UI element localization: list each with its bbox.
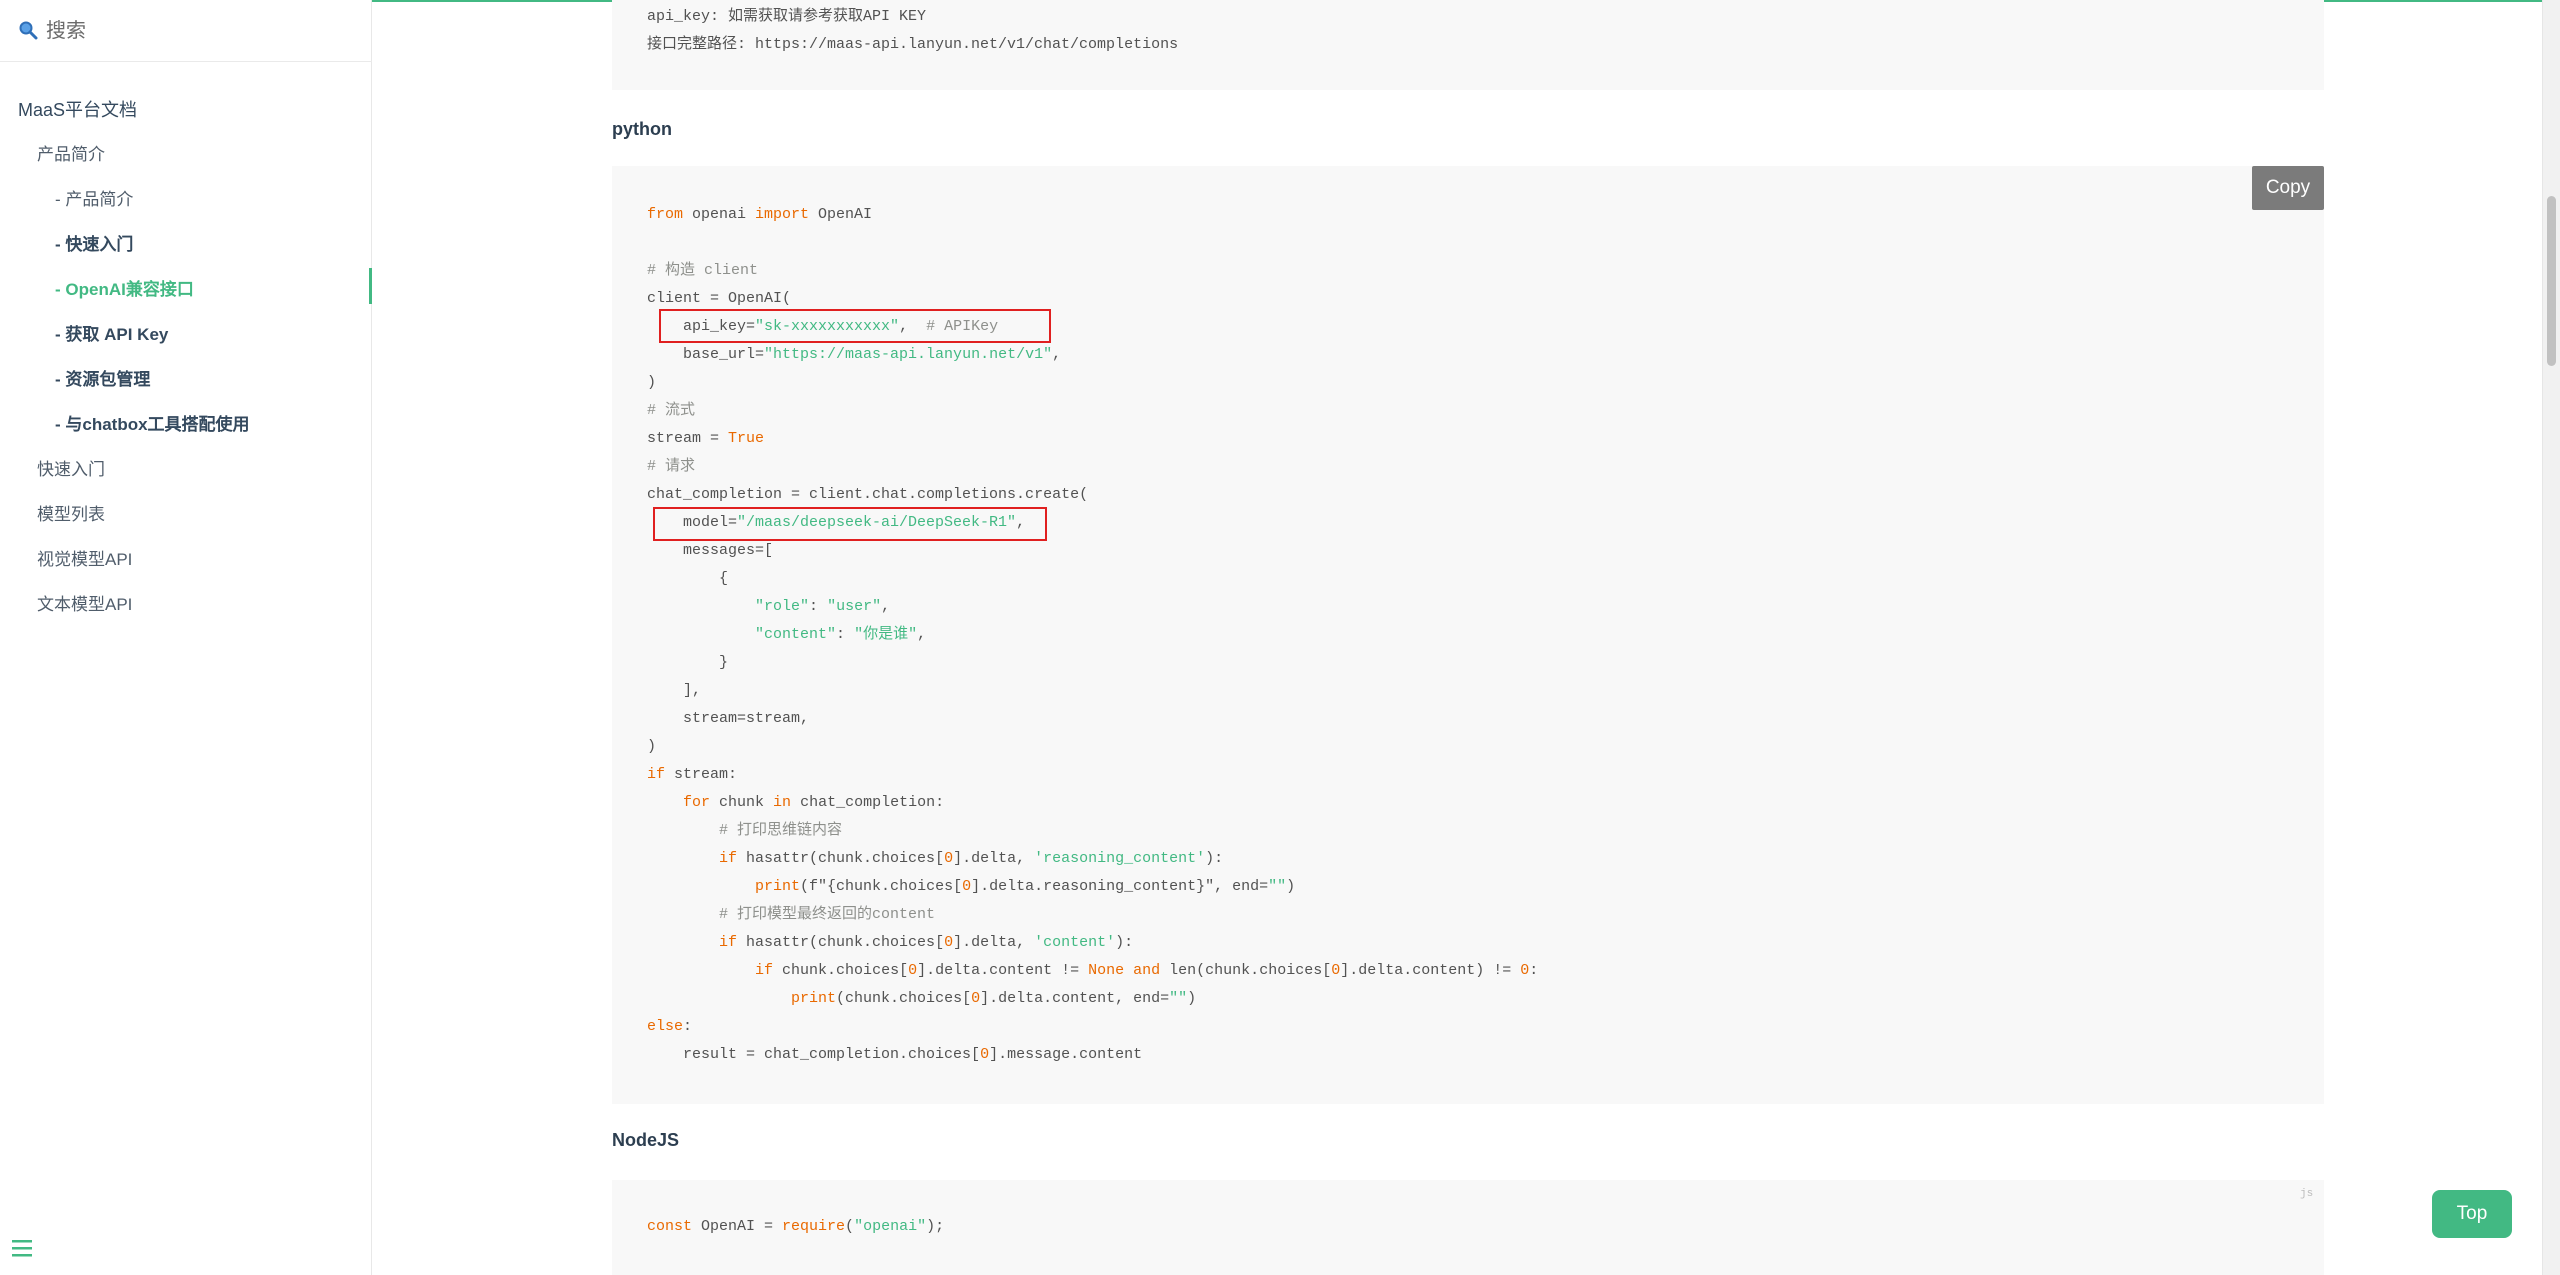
code-line: messages=[ (647, 542, 774, 559)
back-to-top-button[interactable]: Top (2432, 1190, 2512, 1238)
sidebar-item-product-intro[interactable]: - 产品简介 (55, 185, 133, 210)
code-line: # 构造 client (647, 262, 759, 279)
sidebar: MaaS平台文档 产品简介 - 产品简介 - 快速入门 - OpenAI兼容接口… (0, 0, 372, 1275)
search-input[interactable] (46, 14, 346, 48)
code-block-api-info: api_key: 如需获取请参考获取API KEY 接口完整路径: https:… (612, 0, 2324, 90)
code-line: ) (647, 374, 657, 391)
code-line: "content": "你是谁", (755, 626, 927, 643)
code-line: "role": "user", (755, 598, 891, 615)
section-heading-python: python (612, 119, 672, 139)
code-line: const OpenAI = require("openai"); (647, 1218, 945, 1235)
code-line: stream=stream, (647, 710, 810, 727)
sidebar-item-product-intro-group[interactable]: 产品简介 (37, 140, 105, 165)
code-line: from openai import OpenAI (647, 206, 873, 223)
code-line: print(chunk.choices[0].delta.content, en… (791, 990, 1197, 1007)
copy-button[interactable]: Copy (2252, 166, 2324, 210)
code-line: { (647, 570, 729, 587)
scrollbar-thumb[interactable] (2547, 196, 2556, 366)
section-heading-nodejs: NodeJS (612, 1130, 680, 1150)
code-line: else: (647, 1018, 693, 1035)
code-line: 接口完整路径: https://maas-api.lanyun.net/v1/c… (647, 36, 1179, 53)
sidebar-item-get-api-key[interactable]: - 获取 API Key (55, 320, 168, 345)
search-icon (19, 21, 38, 40)
code-line: # 请求 (647, 458, 696, 475)
code-line: api_key: 如需获取请参考获取API KEY (647, 8, 927, 25)
code-block-nodejs: const OpenAI = require("openai"); (612, 1180, 2324, 1275)
sidebar-item-quick-start[interactable]: 快速入门 (37, 455, 105, 480)
scrollbar-track[interactable] (2542, 0, 2560, 1275)
sidebar-item-resource-pack[interactable]: - 资源包管理 (55, 365, 150, 390)
sidebar-item-quick-start-sub[interactable]: - 快速入门 (55, 230, 133, 255)
sidebar-item-text-api[interactable]: 文本模型API (37, 590, 132, 615)
sidebar-item-vision-api[interactable]: 视觉模型API (37, 545, 132, 570)
code-line: # 流式 (647, 402, 696, 419)
sidebar-item-openai-compatible[interactable]: - OpenAI兼容接口 (55, 275, 194, 300)
code-line: if chunk.choices[0].delta.content != Non… (755, 962, 1539, 979)
sidebar-item-chatbox[interactable]: - 与chatbox工具搭配使用 (55, 410, 250, 435)
code-line: } (647, 654, 729, 671)
code-line: client = OpenAI( (647, 290, 792, 307)
code-line: # 打印模型最终返回的content (647, 906, 936, 923)
code-language-tag: js (2300, 1188, 2314, 1200)
highlight-box-model (653, 507, 1047, 541)
code-line: stream = True (647, 430, 765, 447)
search-box (0, 0, 372, 62)
code-line: result = chat_completion.choices[0].mess… (647, 1046, 1143, 1063)
highlight-box-api-key (659, 309, 1051, 343)
code-line: for chunk in chat_completion: (683, 794, 945, 811)
code-line: if hasattr(chunk.choices[0].delta, 'reas… (719, 850, 1224, 867)
code-line: ) (647, 738, 657, 755)
code-line: # 打印思维链内容 (647, 822, 843, 839)
code-line: if hasattr(chunk.choices[0].delta, 'cont… (719, 934, 1134, 951)
main-content: api_key: 如需获取请参考获取API KEY 接口完整路径: https:… (372, 0, 2542, 1275)
sidebar-item-model-list[interactable]: 模型列表 (37, 500, 105, 525)
code-line: if stream: (647, 766, 738, 783)
code-line: chat_completion = client.chat.completion… (647, 486, 1089, 503)
code-line: print(f"{chunk.choices[0].delta.reasonin… (755, 878, 1296, 895)
sidebar-item-maas-docs[interactable]: MaaS平台文档 (18, 96, 137, 122)
menu-icon[interactable] (10, 1237, 34, 1259)
code-line: ], (647, 682, 702, 699)
code-line: base_url="https://maas-api.lanyun.net/v1… (647, 346, 1062, 363)
code-block-python: from openai import OpenAI # 构造 client cl… (612, 166, 2324, 1104)
